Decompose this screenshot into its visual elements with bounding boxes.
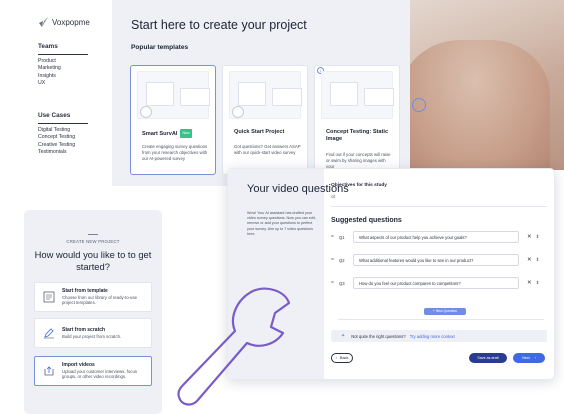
- save-draft-button[interactable]: Save as draft: [469, 353, 507, 363]
- nav-item-creative-testing[interactable]: Creative Testing: [38, 142, 88, 150]
- reorder-icon[interactable]: ⇕: [536, 257, 540, 263]
- nav-item-testimonials[interactable]: Testimonials: [38, 149, 88, 157]
- templates-panel: Start here to create your project Popula…: [112, 0, 410, 186]
- objectives-field[interactable]: cit: [331, 194, 335, 199]
- template-desc: Got questions? Get answers ASAP with our…: [234, 144, 301, 155]
- next-button[interactable]: Next ›: [513, 353, 545, 363]
- option-desc: Choose from our library of ready-to-use …: [62, 295, 137, 306]
- question-input[interactable]: How do you feel our product compares to …: [353, 277, 519, 289]
- remove-icon[interactable]: ✕: [527, 280, 532, 286]
- option-desc: Build your project from scratch.: [62, 334, 122, 339]
- panel-kicker: CREATE NEW PROJECT: [66, 239, 120, 244]
- nav-item-product[interactable]: Product: [38, 58, 88, 66]
- circle-icon: [412, 98, 426, 112]
- upload-icon: [44, 366, 54, 376]
- brand-logo[interactable]: Voxpopme: [38, 16, 90, 28]
- lightbulb-icon: ✦: [341, 333, 346, 339]
- chevron-left-icon: ‹: [335, 356, 337, 360]
- template-title: Concept Testing: Static Image: [326, 129, 389, 142]
- drag-handle-icon[interactable]: =: [331, 257, 339, 263]
- template-title: Quick Start Project: [234, 129, 285, 135]
- nav-item-digital-testing[interactable]: Digital Testing: [38, 127, 88, 135]
- objectives-label: Objectives for this study: [331, 183, 387, 188]
- option-title: Start from template: [62, 288, 108, 294]
- template-thumbnail: [321, 71, 394, 119]
- voxpopme-logo-icon: [39, 17, 48, 27]
- remove-icon[interactable]: ✕: [527, 257, 532, 263]
- template-card-quick-start[interactable]: Quick Start Project Got questions? Get a…: [222, 65, 308, 175]
- next-label: Next: [522, 356, 530, 360]
- create-project-panel: CREATE NEW PROJECT How would you like to…: [24, 210, 162, 414]
- option-start-from-template[interactable]: Start from template Choose from our libr…: [34, 282, 152, 312]
- nav-item-ux[interactable]: UX: [38, 80, 88, 88]
- question-number: Q3: [339, 280, 345, 286]
- template-icon: [43, 291, 55, 303]
- add-context-link[interactable]: Try adding more context: [410, 334, 455, 339]
- reorder-icon[interactable]: ⇕: [536, 234, 540, 240]
- option-import-videos[interactable]: Import videos Upload your customer inter…: [34, 356, 152, 386]
- nav-item-insights[interactable]: Insights: [38, 73, 88, 81]
- back-label: Back: [339, 356, 349, 360]
- question-row: = Q2 What additional features would you …: [331, 253, 547, 267]
- template-thumbnail: [137, 71, 210, 119]
- divider: [338, 319, 544, 320]
- divider: [38, 53, 88, 55]
- divider: [331, 206, 547, 207]
- question-input[interactable]: What additional features would you like …: [353, 254, 519, 266]
- pencil-icon: [44, 328, 54, 339]
- nav-item-marketing[interactable]: Marketing: [38, 65, 88, 73]
- option-title: Start from scratch: [62, 327, 106, 333]
- nav-use-cases: Use Cases Digital Testing Concept Testin…: [38, 112, 88, 157]
- drag-handle-icon[interactable]: =: [331, 234, 339, 240]
- question-input[interactable]: What aspects of our product help you ach…: [353, 231, 519, 243]
- context-tip: ✦ Not quite the right questions? Try add…: [331, 330, 547, 342]
- section-title: Popular templates: [131, 44, 189, 51]
- tip-text: Not quite the right questions?: [351, 333, 406, 339]
- question-number: Q2: [339, 257, 345, 263]
- template-card-smart-survai[interactable]: Smart SurvAI New Create engaging survey q…: [130, 65, 216, 175]
- option-title: Import videos: [62, 362, 95, 368]
- template-card-concept-testing[interactable]: i Concept Testing: Static Image Find out…: [314, 65, 400, 175]
- panel-question: How would you like to to get started?: [34, 249, 152, 272]
- divider: [38, 122, 88, 124]
- new-question-button[interactable]: + New Question: [424, 308, 466, 315]
- option-desc: Upload your customer interviews, focus g…: [62, 369, 137, 380]
- question-row: = Q1 What aspects of our product help yo…: [331, 230, 547, 244]
- chevron-right-icon: ›: [534, 356, 536, 360]
- option-start-from-scratch[interactable]: Start from scratch Build your project fr…: [34, 318, 152, 348]
- divider: [88, 234, 98, 235]
- page-title: Start here to create your project: [131, 18, 307, 32]
- new-badge: New: [180, 129, 192, 138]
- remove-icon[interactable]: ✕: [527, 234, 532, 240]
- nav-use-cases-heading: Use Cases: [38, 112, 71, 119]
- questions-desc: Wow! Your AI assistant has drafted your …: [247, 211, 316, 236]
- drag-handle-icon[interactable]: =: [331, 280, 339, 286]
- nav-teams-heading: Teams: [38, 43, 58, 50]
- nav-item-concept-testing[interactable]: Concept Testing: [38, 134, 88, 142]
- template-title: Smart SurvAI New: [142, 129, 192, 138]
- template-desc: Create engaging survey questions from yo…: [142, 144, 208, 161]
- question-number: Q1: [339, 234, 345, 240]
- back-button[interactable]: ‹ Back: [331, 353, 353, 363]
- question-row: = Q3 How do you feel our product compare…: [331, 276, 547, 290]
- suggested-questions-heading: Suggested questions: [331, 217, 402, 224]
- reorder-icon[interactable]: ⇕: [536, 280, 540, 286]
- wrench-icon: [177, 287, 291, 406]
- nav-teams: Teams Product Marketing Insights UX: [38, 43, 88, 88]
- brand-name: Voxpopme: [52, 17, 90, 27]
- template-thumbnail: [229, 71, 302, 119]
